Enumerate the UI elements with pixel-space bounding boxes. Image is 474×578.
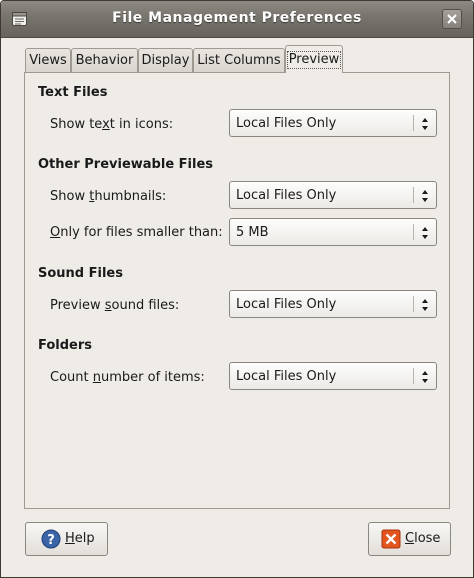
section-title-text-files: Text Files: [38, 85, 108, 100]
combo-arrows-icon: [422, 118, 428, 130]
count-items-combo[interactable]: Local Files Only: [229, 362, 437, 390]
help-button-label: Help: [65, 531, 95, 546]
count-items-value: Local Files Only: [236, 369, 337, 384]
close-x-icon: [447, 14, 457, 24]
preview-sound-combo[interactable]: Local Files Only: [229, 290, 437, 318]
show-text-value: Local Files Only: [236, 116, 337, 131]
combo-separator: [413, 115, 414, 131]
combo-arrows-icon: [422, 190, 428, 202]
section-title-sound-files: Sound Files: [38, 266, 123, 281]
show-thumbnails-value: Local Files Only: [236, 188, 337, 203]
tab-display[interactable]: Display: [138, 48, 193, 73]
count-items-label: Count number of items:: [50, 370, 205, 385]
show-text-label: Show text in icons:: [50, 117, 174, 132]
show-thumbnails-combo[interactable]: Local Files Only: [229, 181, 437, 209]
tab-preview[interactable]: Preview: [285, 45, 343, 73]
tab-list-columns[interactable]: List Columns: [193, 48, 285, 73]
tab-views[interactable]: Views: [25, 48, 71, 73]
size-limit-combo[interactable]: 5 MB: [229, 218, 437, 246]
size-limit-value: 5 MB: [236, 225, 269, 240]
combo-arrows-icon: [422, 299, 428, 311]
help-button[interactable]: ? Help: [25, 522, 108, 556]
help-icon: ?: [41, 529, 61, 549]
combo-separator: [413, 187, 414, 203]
combo-separator: [413, 296, 414, 312]
preferences-window: File Management Preferences Views Behavi…: [0, 0, 474, 578]
preview-sound-label: Preview sound files:: [50, 298, 180, 313]
section-title-other-files: Other Previewable Files: [38, 157, 214, 172]
titlebar-close-button[interactable]: [442, 9, 462, 29]
svg-text:?: ?: [47, 533, 55, 548]
titlebar[interactable]: File Management Preferences: [1, 1, 473, 38]
preview-sound-value: Local Files Only: [236, 297, 337, 312]
show-thumbnails-label: Show thumbnails:: [50, 189, 167, 204]
close-button[interactable]: Close: [368, 522, 451, 556]
tab-behavior[interactable]: Behavior: [71, 48, 138, 73]
combo-arrows-icon: [422, 227, 428, 239]
show-text-combo[interactable]: Local Files Only: [229, 109, 437, 137]
combo-separator: [413, 368, 414, 384]
close-icon: [381, 529, 401, 549]
combo-separator: [413, 224, 414, 240]
combo-arrows-icon: [422, 371, 428, 383]
preview-tab-panel: Text Files Show text in icons: Local Fil…: [24, 72, 450, 509]
close-button-label: Close: [405, 531, 441, 546]
section-title-folders: Folders: [38, 338, 93, 353]
size-limit-label: Only for files smaller than:: [50, 225, 223, 240]
window-title: File Management Preferences: [112, 10, 362, 26]
